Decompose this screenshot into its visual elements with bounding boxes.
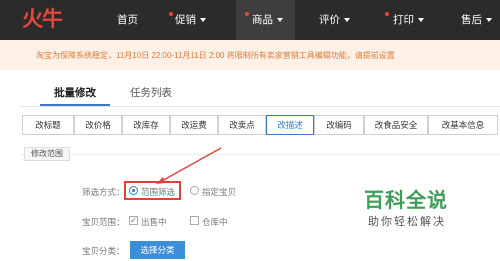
watermark-title: 百科全说 (364, 190, 448, 212)
watermark-subtitle: 助你轻松解决 (368, 216, 446, 228)
